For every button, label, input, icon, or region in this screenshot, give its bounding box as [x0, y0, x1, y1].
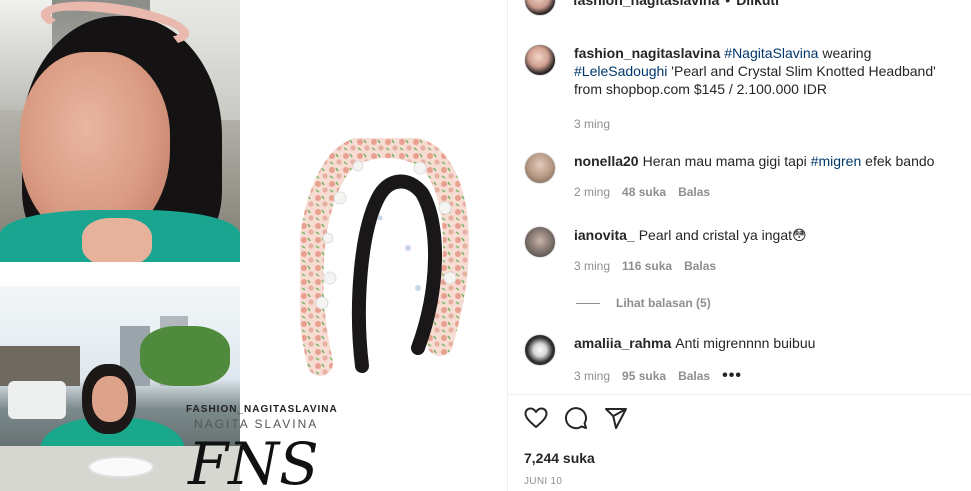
comment-text-part: Anti migrennnn buibuu: [675, 335, 816, 351]
like-count[interactable]: 95 suka: [622, 369, 666, 383]
comment-item: nonella20 Heran mau mama gigi tapi #migre…: [524, 152, 954, 199]
reply-button[interactable]: Balas: [678, 185, 710, 199]
view-replies-button[interactable]: Lihat balasan (5): [576, 296, 711, 310]
header-separator: •: [725, 0, 731, 8]
comment-text-part: efek bando: [861, 153, 935, 169]
caption-username[interactable]: fashion_nagitaslavina: [574, 45, 720, 61]
watermark-username: FASHION_NAGITASLAVINA: [186, 404, 338, 415]
like-count[interactable]: 116 suka: [622, 259, 672, 273]
avatar[interactable]: [524, 44, 556, 76]
timestamp[interactable]: 3 ming: [574, 369, 610, 383]
post-date[interactable]: JUNI 10: [524, 476, 562, 487]
comment-text: amaliia_rahma Anti migrennnn buibuu: [574, 334, 954, 352]
comment-meta: 3 ming 95 suka Balas •••: [574, 367, 954, 385]
caption-meta: 3 ming: [574, 117, 954, 131]
comment-text-part: Heran mau mama gigi tapi: [642, 153, 811, 169]
caption-text: fashion_nagitaslavina #NagitaSlavina wear…: [574, 44, 954, 98]
comment-username[interactable]: amaliia_rahma: [574, 335, 671, 351]
photo-closeup: [0, 0, 240, 262]
comment-item: amaliia_rahma Anti migrennnn buibuu 3 min…: [524, 334, 954, 385]
more-options-icon[interactable]: •••: [722, 367, 742, 385]
reply-button[interactable]: Balas: [678, 369, 710, 383]
watermark: FASHION_NAGITASLAVINA NAGITA SLAVINA FNS: [186, 402, 337, 491]
caption: fashion_nagitaslavina #NagitaSlavina wear…: [524, 44, 954, 131]
divider: [576, 302, 600, 304]
like-count[interactable]: 48 suka: [622, 185, 666, 199]
timestamp[interactable]: 2 ming: [574, 185, 610, 199]
comment-icon[interactable]: [564, 406, 588, 430]
headband-image: [300, 138, 469, 376]
avatar[interactable]: [524, 334, 556, 366]
hashtag-link[interactable]: #LeleSadoughi: [574, 63, 667, 79]
hashtag-link[interactable]: #NagitaSlavina: [724, 45, 818, 61]
comment-text-part: Pearl and cristal ya ingat😳: [638, 227, 807, 243]
comment-username[interactable]: ianovita_: [574, 227, 635, 243]
divider: [508, 394, 971, 395]
heart-icon[interactable]: [524, 406, 548, 430]
view-replies-label: Lihat balasan (5): [616, 296, 711, 310]
timestamp[interactable]: 3 ming: [574, 259, 610, 273]
comment-text: ianovita_ Pearl and cristal ya ingat😳: [574, 226, 954, 244]
comment-text: nonella20 Heran mau mama gigi tapi #migre…: [574, 152, 954, 170]
comment-username[interactable]: nonella20: [574, 153, 639, 169]
fns-logo-icon: FNS: [187, 430, 319, 491]
share-icon[interactable]: [604, 406, 628, 430]
avatar[interactable]: [524, 152, 556, 184]
header-username[interactable]: fashion_nagitaslavina: [573, 0, 719, 8]
post-header: fashion_nagitaslavina • Diikuti: [524, 0, 779, 16]
comments-panel: fashion_nagitaslavina • Diikuti fashion_…: [507, 0, 971, 491]
follow-status[interactable]: Diikuti: [736, 0, 779, 8]
hashtag-link[interactable]: #migren: [811, 153, 862, 169]
avatar[interactable]: [524, 0, 556, 16]
post-media[interactable]: FASHION_NAGITASLAVINA NAGITA SLAVINA FNS: [0, 0, 507, 491]
caption-text-part: wearing: [818, 45, 872, 61]
avatar[interactable]: [524, 226, 556, 258]
comment-item: ianovita_ Pearl and cristal ya ingat😳 3 m…: [524, 226, 954, 273]
timestamp[interactable]: 3 ming: [574, 117, 610, 131]
likes-count[interactable]: 7,244 suka: [524, 450, 595, 466]
comment-meta: 2 ming 48 suka Balas: [574, 185, 954, 199]
reply-button[interactable]: Balas: [684, 259, 716, 273]
action-bar: [524, 406, 644, 430]
fns-logo-text: FNS: [187, 430, 319, 491]
comment-meta: 3 ming 116 suka Balas: [574, 259, 954, 273]
